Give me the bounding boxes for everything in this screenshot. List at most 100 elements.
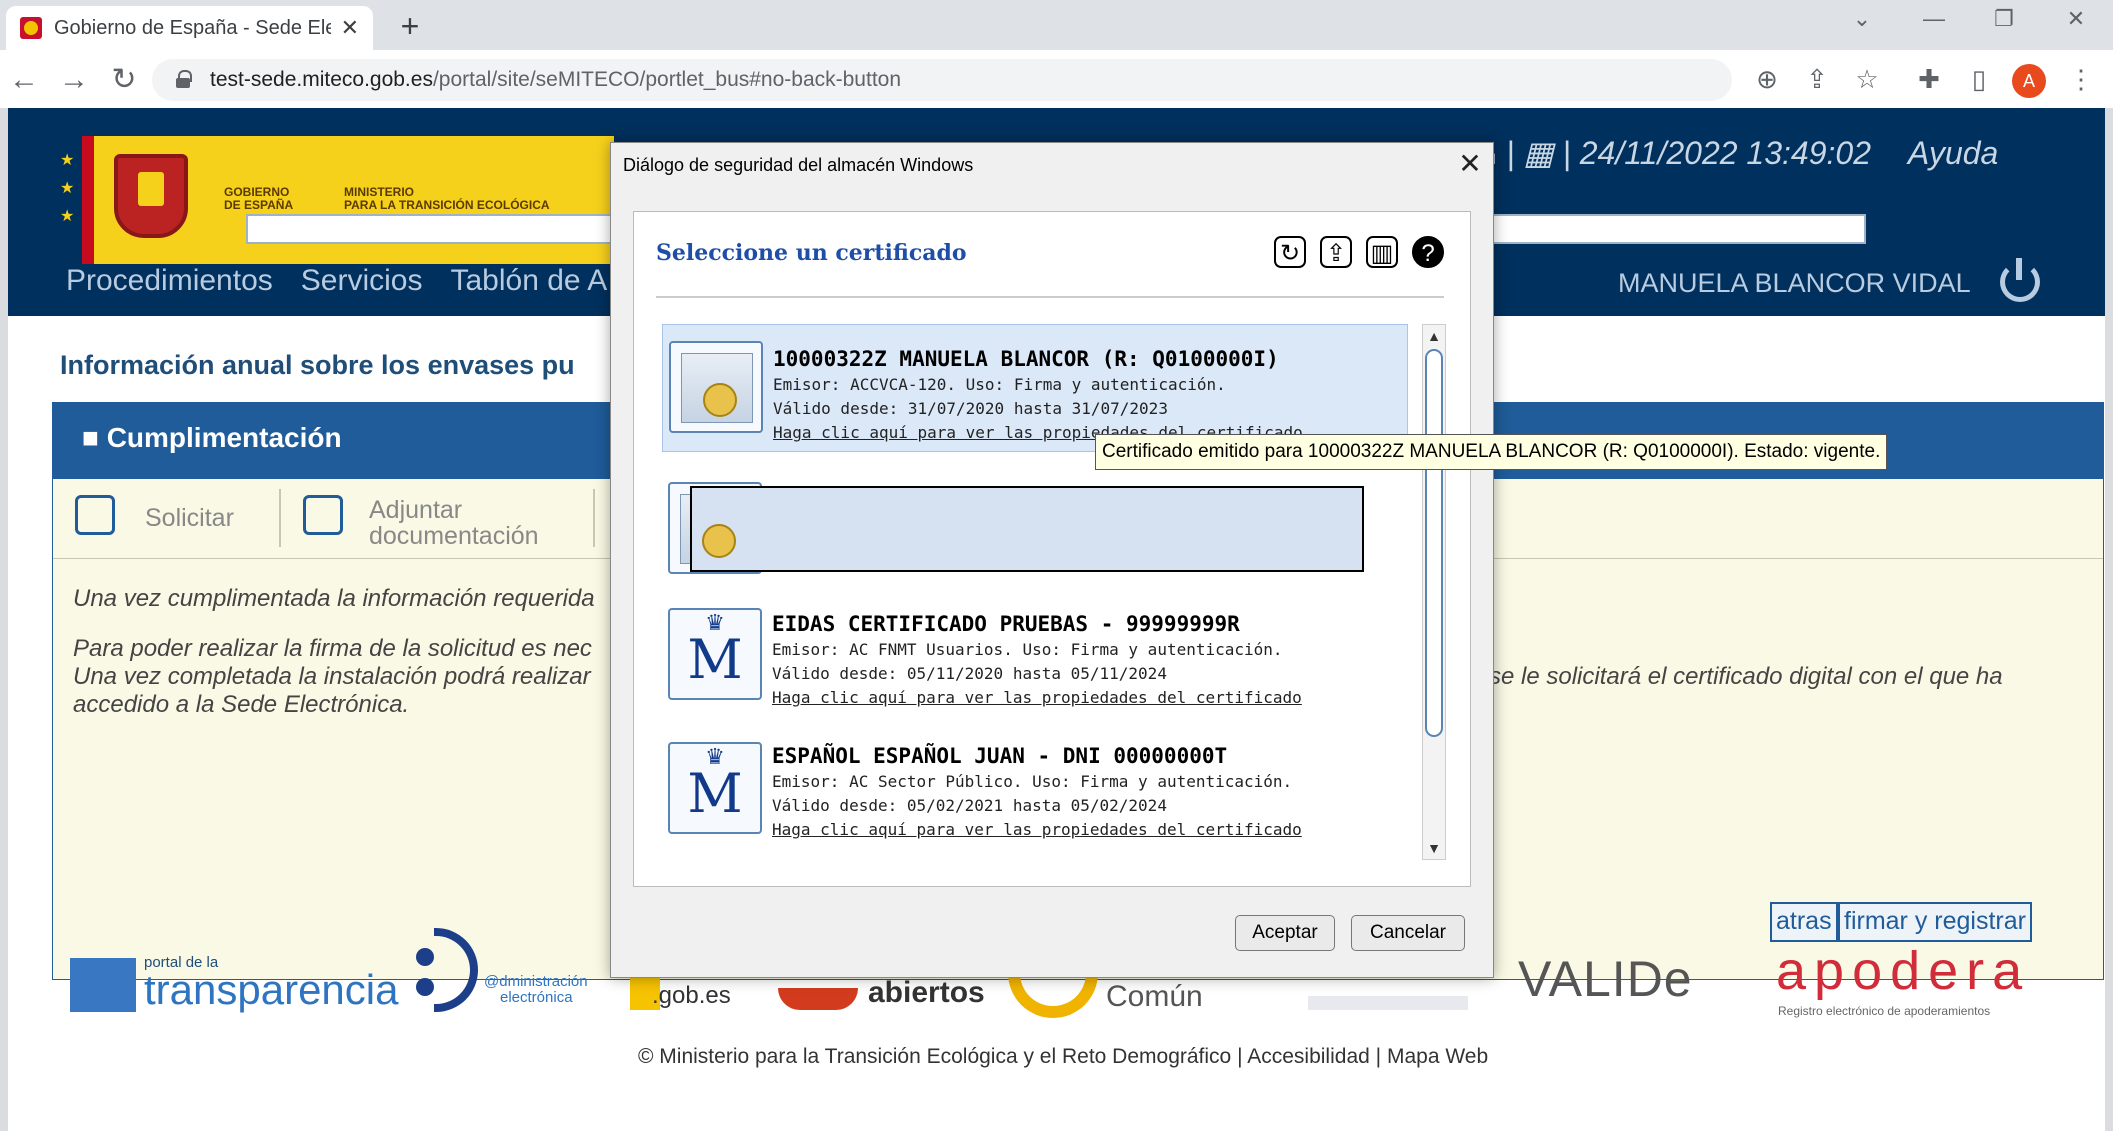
tab-title: Gobierno de España - Sede Electrónica xyxy=(54,16,331,39)
separator: | xyxy=(1506,135,1515,171)
url-host: test-sede.miteco.gob.es xyxy=(210,68,433,91)
dialog-heading: Seleccione un certificado xyxy=(656,240,967,266)
step-adjuntar-line: Adjuntar xyxy=(369,496,463,524)
minimize-icon[interactable]: — xyxy=(1914,6,1954,32)
step-divider xyxy=(279,489,281,547)
instruction-text: se le solicitará el certificado digital … xyxy=(1489,663,2003,690)
certificate-issuer: Emisor: ACCVCA-120. Uso: Firma y autenti… xyxy=(773,375,1226,394)
star-icon: ★ xyxy=(60,208,75,225)
government-logo[interactable]: ★ ★ ★ GOBIERNO DE ESPAÑA MINISTERIO PARA L… xyxy=(54,136,614,264)
aemet-logo[interactable] xyxy=(1308,996,1468,1010)
apodera-logo[interactable]: apodera xyxy=(1776,940,2030,1002)
step-divider xyxy=(593,489,595,547)
certificate-properties-link[interactable]: Haga clic aquí para ver las propiedades … xyxy=(772,820,1302,839)
tab-search-icon[interactable]: ⌄ xyxy=(1842,6,1882,32)
refresh-icon[interactable]: ↻ xyxy=(1274,236,1306,268)
copyright-text: © Ministerio para la Transición Ecológic… xyxy=(638,1045,1232,1068)
atras-button[interactable]: atras xyxy=(1770,902,1838,942)
star-icon: ★ xyxy=(60,180,75,197)
step-solicitar-label: Solicitar xyxy=(145,504,234,532)
lock-icon[interactable] xyxy=(176,70,192,88)
firmar-registrar-button[interactable]: firmar y registrar xyxy=(1838,902,2032,942)
bookmark-star-icon[interactable]: ☆ xyxy=(1850,64,1884,95)
nav-procedimientos[interactable]: Procedimientos xyxy=(66,264,273,297)
url-path: /portal/site/seMITECO/portlet_bus#no-bac… xyxy=(432,68,902,91)
back-icon[interactable]: ← xyxy=(4,60,44,100)
dialog-title: Diálogo de seguridad del almacén Windows xyxy=(623,155,974,175)
dialog-close-icon[interactable]: ✕ xyxy=(1453,147,1487,180)
scroll-down-icon[interactable]: ▼ xyxy=(1423,837,1445,859)
import-icon[interactable]: ⇪ xyxy=(1320,236,1352,268)
instruction-text: Una vez cumplimentada la información req… xyxy=(73,585,595,612)
accept-button[interactable]: Aceptar xyxy=(1235,915,1335,951)
help-icon[interactable]: ? xyxy=(1412,236,1444,268)
scrollbar-thumb[interactable] xyxy=(1425,349,1443,737)
share-icon[interactable]: ⇪ xyxy=(1800,64,1834,95)
extensions-icon[interactable]: ✚ xyxy=(1912,64,1946,95)
page-title: Información anual sobre los envases pu xyxy=(60,350,575,380)
window-close-icon[interactable]: ✕ xyxy=(2056,6,2096,32)
certificate-item[interactable]: ♛ M EIDAS CERTIFICADO PRUEBAS - 99999999R… xyxy=(662,592,1408,720)
logo-text: @dministración xyxy=(484,973,588,990)
forward-icon[interactable]: → xyxy=(54,60,94,100)
certificate-tooltip: Certificado emitido para 10000322Z MANUE… xyxy=(1095,434,1888,470)
logo-ministerio: MINISTERIO PARA LA TRANSICIÓN ECOLÓGICA xyxy=(344,186,550,212)
valide-logo[interactable]: VALIDe xyxy=(1518,950,1693,1008)
certificate-validity: Válido desde: 05/11/2020 hasta 05/11/202… xyxy=(772,664,1167,683)
logo-gobierno: GOBIERNO DE ESPAÑA xyxy=(224,186,293,212)
certificate-icon xyxy=(669,341,763,433)
certificate-name: ESPAÑOL ESPAÑOL JUAN - DNI 00000000T xyxy=(772,744,1228,768)
certificate-properties-link[interactable]: Haga clic aquí para ver las propiedades … xyxy=(772,688,1302,707)
step-solicitar-checkbox[interactable] xyxy=(75,495,115,535)
tab-close-icon[interactable]: ✕ xyxy=(341,15,359,41)
view-icon[interactable]: ▥ xyxy=(1366,236,1398,268)
reload-icon[interactable]: ↻ xyxy=(104,60,144,100)
cancel-button[interactable]: Cancelar xyxy=(1351,915,1465,951)
section-title: ■ Cumplimentación xyxy=(82,422,342,453)
certificate-item[interactable]: ♛ M ESPAÑOL ESPAÑOL JUAN - DNI 00000000T … xyxy=(662,726,1408,854)
redacted-certificate-block xyxy=(690,486,1364,572)
comun-logo[interactable]: Común xyxy=(1106,980,1203,1014)
restore-icon[interactable]: ❐ xyxy=(1984,6,2024,32)
instruction-text: accedido a la Sede Electrónica. xyxy=(73,691,410,718)
logo-text: electrónica xyxy=(500,989,573,1006)
certificate-item[interactable]: 10000322Z MANUELA BLANCOR (R: Q0100000I)… xyxy=(662,324,1408,452)
transparencia-logo[interactable]: portal de la transparencia xyxy=(70,954,398,1016)
dot-icon xyxy=(416,948,434,966)
list-scrollbar[interactable]: ▲ ▼ xyxy=(1422,324,1446,860)
logo-text: PARA LA TRANSICIÓN ECOLÓGICA xyxy=(344,198,550,212)
certificate-issuer: Emisor: AC Sector Público. Uso: Firma y … xyxy=(772,772,1293,791)
certificate-name: 10000322Z MANUELA BLANCOR (R: Q0100000I) xyxy=(773,347,1279,371)
scroll-up-icon[interactable]: ▲ xyxy=(1423,325,1445,347)
help-link[interactable]: Ayuda xyxy=(1908,135,1998,171)
side-panel-icon[interactable]: ▯ xyxy=(1962,64,1996,95)
step-adjuntar-checkbox[interactable] xyxy=(303,495,343,535)
footer-copyright: © Ministerio para la Transición Ecológic… xyxy=(638,1045,1488,1069)
certificate-name: EIDAS CERTIFICADO PRUEBAS - 99999999R xyxy=(772,612,1240,636)
apodera-subtitle: Registro electrónico de apoderamientos xyxy=(1778,1004,1991,1018)
new-tab-button[interactable]: + xyxy=(392,8,428,44)
separator: | xyxy=(1562,135,1571,171)
certificate-issuer: Emisor: AC FNMT Usuarios. Uso: Firma y a… xyxy=(772,640,1283,659)
administracion-electronica-logo[interactable] xyxy=(402,918,494,1018)
url-text[interactable]: test-sede.miteco.gob.es/portal/site/seMI… xyxy=(210,68,901,92)
browser-tab[interactable]: Gobierno de España - Sede Electrónica ✕ xyxy=(6,6,373,50)
nav-servicios[interactable]: Servicios xyxy=(301,264,423,297)
accesibilidad-link[interactable]: Accesibilidad xyxy=(1247,1045,1370,1068)
administracion-text: @dministración electrónica xyxy=(484,974,588,1006)
mapa-web-link[interactable]: Mapa Web xyxy=(1387,1045,1488,1068)
logo-text: VALIDe xyxy=(1518,951,1693,1007)
nav-tablon[interactable]: Tablón de A xyxy=(450,264,607,297)
certificate-validity: Válido desde: 05/02/2021 hasta 05/02/202… xyxy=(772,796,1167,815)
logout-power-icon[interactable] xyxy=(2000,258,2040,302)
section-title-text: Cumplimentación xyxy=(106,422,342,453)
step-adjuntar-line: documentación xyxy=(369,522,539,550)
datos-abiertos-logo[interactable]: abiertos xyxy=(868,976,985,1010)
zoom-icon[interactable]: ⊕ xyxy=(1750,64,1784,95)
gob-es-logo[interactable]: .gob.es xyxy=(652,982,731,1010)
flag-red-band xyxy=(82,136,94,264)
profile-avatar[interactable]: A xyxy=(2012,64,2046,98)
menu-icon[interactable]: ⋮ xyxy=(2064,64,2098,95)
separator: | xyxy=(1375,1045,1382,1068)
calendar-icon[interactable]: ▦ xyxy=(1523,135,1553,171)
